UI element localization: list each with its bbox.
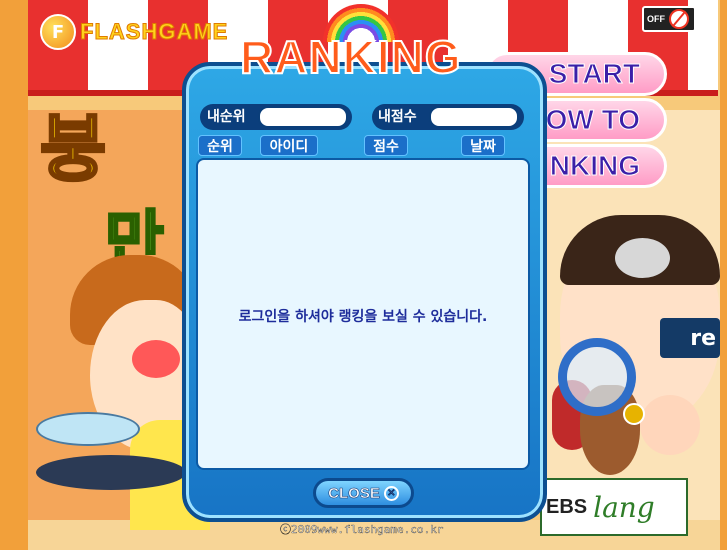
logo-text: FLASHGAME: [79, 19, 229, 45]
magnifier-icon: [558, 338, 636, 416]
coin-icon: [623, 403, 645, 425]
column-score: 점수: [364, 135, 408, 156]
login-required-message: 로그인을 하셔야 랭킹을 보실 수 있습니다.: [238, 309, 488, 325]
lang-script-text: lang: [593, 490, 655, 524]
column-date: 날짜: [461, 135, 505, 156]
my-score-value: [429, 106, 519, 128]
close-button-label: CLOSE: [328, 484, 380, 502]
my-rank-value: [258, 106, 348, 128]
flashgame-logo[interactable]: F FLASHGAME: [40, 14, 228, 50]
ebs-lang-badge[interactable]: EBS lang: [540, 478, 688, 536]
left-character-cheek: [132, 340, 180, 378]
frame-left-border: [0, 0, 28, 550]
column-id: 아이디: [260, 135, 318, 156]
close-icon: ✕: [383, 485, 399, 501]
game-stage: F FLASHGAME OFF 붕 만 START OW TO NKING re…: [0, 0, 727, 550]
my-score-label: 내점수: [378, 109, 417, 125]
bungeoppang-grill: [36, 455, 186, 490]
steam-puff: [615, 238, 670, 278]
mute-icon: [669, 9, 689, 29]
copyright-text: ⓒ2009www.flashgame.co.kr: [280, 523, 444, 536]
close-button[interactable]: CLOSE ✕: [313, 478, 414, 508]
ebs-logo-text: EBS: [546, 495, 588, 518]
sound-toggle-label: OFF: [647, 14, 665, 24]
my-rank-label: 내순위: [207, 109, 246, 125]
right-character-hand: [640, 395, 700, 455]
game-title-char-1: 붕: [38, 106, 107, 193]
frame-right-border: [720, 0, 727, 550]
flashgame-logo-icon: F: [40, 14, 76, 50]
sound-toggle-button[interactable]: OFF: [642, 6, 696, 32]
column-rank: 순위: [198, 135, 242, 156]
plate-illustration: [36, 412, 140, 446]
sign-banner: re: [660, 318, 720, 358]
ranking-list[interactable]: 로그인을 하셔야 랭킹을 보실 수 있습니다.: [196, 158, 530, 470]
ranking-dialog-title: RANKING: [239, 30, 462, 84]
